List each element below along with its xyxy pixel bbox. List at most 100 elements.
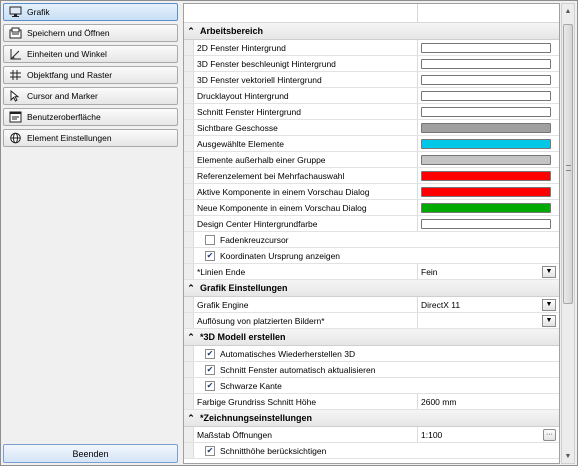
scroll-down-icon[interactable]: ▼ <box>562 449 574 463</box>
color-label: Aktive Komponente in einem Vorschau Dial… <box>194 184 418 199</box>
schnitthoehe-checkbox[interactable]: ✔ <box>205 445 215 456</box>
color-swatch[interactable] <box>421 42 551 53</box>
ellipsis-button[interactable]: ··· <box>543 428 556 441</box>
auto-3d-row[interactable]: ✔ Automatisches Wiederherstellen 3D <box>194 346 559 361</box>
angle-icon <box>8 48 22 60</box>
checkbox-label: Fadenkreuzcursor <box>220 234 289 245</box>
section-title: Grafik Einstellungen <box>200 283 288 293</box>
collapse-icon[interactable]: ⌃ <box>184 26 198 37</box>
collapse-icon[interactable]: ⌃ <box>184 283 198 294</box>
checkbox-label: Schwarze Kante <box>220 380 282 391</box>
section-3d-modell[interactable]: ⌃ *3D Modell erstellen <box>184 329 559 346</box>
checkbox-label: Automatisches Wiederherstellen 3D <box>220 348 356 359</box>
grid-header <box>184 4 559 23</box>
color-swatch[interactable] <box>421 106 551 117</box>
collapse-icon[interactable]: ⌃ <box>184 332 198 343</box>
koordinaten-row[interactable]: ✔ Koordinaten Ursprung anzeigen <box>194 248 559 263</box>
color-swatch[interactable] <box>421 186 551 197</box>
engine-label: Grafik Engine <box>194 297 418 312</box>
color-label: Elemente außerhalb einer Gruppe <box>194 152 418 167</box>
grundriss-input[interactable]: 2600 mm <box>418 394 559 409</box>
schwarze-kante-checkbox[interactable]: ✔ <box>205 380 215 391</box>
collapse-icon[interactable]: ⌃ <box>184 413 198 424</box>
section-title: *3D Modell erstellen <box>200 332 286 342</box>
schnitt-aktualisieren-checkbox[interactable]: ✔ <box>205 364 215 375</box>
scroll-up-icon[interactable]: ▲ <box>562 4 574 18</box>
color-label: Sichtbare Geschosse <box>194 120 418 135</box>
massstab-label: Maßstab Öffnungen <box>194 427 418 442</box>
dropdown-arrow-icon[interactable]: ▼ <box>542 298 556 311</box>
color-swatch[interactable] <box>421 122 551 133</box>
color-label: Drucklayout Hintergrund <box>194 88 418 103</box>
property-grid: ⌃ Arbeitsbereich 2D Fenster Hintergrund … <box>183 3 560 464</box>
folder-icon <box>8 27 22 39</box>
koordinaten-checkbox[interactable]: ✔ <box>205 250 215 261</box>
sidebar-item-element-einstellungen[interactable]: Element Einstellungen <box>3 129 178 147</box>
color-swatch[interactable] <box>421 138 551 149</box>
section-title: *Zeichnungseinstellungen <box>200 413 313 423</box>
color-label: Neue Komponente in einem Vorschau Dialog <box>194 200 418 215</box>
checkbox-label: Schnitthöhe berücksichtigen <box>220 445 327 456</box>
checkbox-label: Koordinaten Ursprung anzeigen <box>220 250 341 261</box>
color-swatch[interactable] <box>421 202 551 213</box>
window-icon <box>8 111 22 123</box>
section-grafik-einstellungen[interactable]: ⌃ Grafik Einstellungen <box>184 280 559 297</box>
color-swatch[interactable] <box>421 74 551 85</box>
grid-icon <box>8 69 22 81</box>
sidebar-item-label: Speichern und Öffnen <box>27 28 110 38</box>
sidebar-item-label: Benutzeroberfläche <box>27 112 101 122</box>
checkbox-label: Schnitt Fenster automatisch aktualisiere… <box>220 364 376 375</box>
color-swatch[interactable] <box>421 90 551 101</box>
sidebar-item-objektfang[interactable]: Objektfang und Raster <box>3 66 178 84</box>
sidebar-item-benutzeroberflaeche[interactable]: Benutzeroberfläche <box>3 108 178 126</box>
sidebar-item-label: Cursor and Marker <box>27 91 98 101</box>
field-value: 1:100 <box>421 429 443 440</box>
vertical-scrollbar[interactable]: ▲ ▼ <box>561 3 575 464</box>
schwarze-kante-row[interactable]: ✔ Schwarze Kante <box>194 378 559 393</box>
sidebar-item-cursor[interactable]: Cursor and Marker <box>3 87 178 105</box>
color-label: 3D Fenster beschleunigt Hintergrund <box>194 56 418 71</box>
fadenkreuz-checkbox[interactable] <box>205 234 215 245</box>
schnitt-aktualisieren-row[interactable]: ✔ Schnitt Fenster automatisch aktualisie… <box>194 362 559 377</box>
monitor-icon <box>8 6 22 18</box>
grundriss-label: Farbige Grundriss Schnitt Höhe <box>194 394 418 409</box>
sidebar-item-label: Element Einstellungen <box>27 133 112 143</box>
aufloesung-label: Auflösung von platzierten Bildern* <box>194 313 418 328</box>
linien-ende-label: *Linien Ende <box>194 264 418 279</box>
dropdown-arrow-icon[interactable]: ▼ <box>542 265 556 278</box>
dropdown-arrow-icon[interactable]: ▼ <box>542 314 556 327</box>
color-label: Ausgewählte Elemente <box>194 136 418 151</box>
scrollbar-thumb[interactable] <box>563 24 573 304</box>
auto-3d-checkbox[interactable]: ✔ <box>205 348 215 359</box>
fadenkreuz-row[interactable]: Fadenkreuzcursor <box>194 232 559 247</box>
select-value: Fein <box>421 266 438 277</box>
color-swatch[interactable] <box>421 154 551 165</box>
color-swatch[interactable] <box>421 58 551 69</box>
cursor-icon <box>8 90 22 102</box>
sidebar-item-label: Objektfang und Raster <box>27 70 113 80</box>
sidebar: Grafik Speichern und Öffnen Einheiten un… <box>3 3 178 150</box>
color-swatch[interactable] <box>421 218 551 229</box>
sidebar-item-speichern[interactable]: Speichern und Öffnen <box>3 24 178 42</box>
color-label: Schnitt Fenster Hintergrund <box>194 104 418 119</box>
engine-select[interactable]: DirectX 11 ▼ <box>418 297 559 312</box>
section-zeichnungseinstellungen[interactable]: ⌃ *Zeichnungseinstellungen <box>184 410 559 427</box>
color-label: 3D Fenster vektoriell Hintergrund <box>194 72 418 87</box>
color-label: Referenzelement bei Mehrfachauswahl <box>194 168 418 183</box>
massstab-field[interactable]: 1:100 ··· <box>418 427 559 442</box>
section-arbeitsbereich[interactable]: ⌃ Arbeitsbereich <box>184 23 559 40</box>
select-value: DirectX 11 <box>421 299 461 310</box>
sidebar-item-label: Einheiten und Winkel <box>27 49 107 59</box>
section-title: Arbeitsbereich <box>200 26 264 36</box>
color-swatch[interactable] <box>421 170 551 181</box>
linien-ende-select[interactable]: Fein ▼ <box>418 264 559 279</box>
sidebar-item-label: Grafik <box>27 7 50 17</box>
color-label: 2D Fenster Hintergrund <box>194 40 418 55</box>
sidebar-item-grafik[interactable]: Grafik <box>3 3 178 21</box>
globe-icon <box>8 132 22 144</box>
sidebar-item-einheiten[interactable]: Einheiten und Winkel <box>3 45 178 63</box>
schnitthoehe-row[interactable]: ✔ Schnitthöhe berücksichtigen <box>194 443 559 458</box>
beenden-button[interactable]: Beenden <box>3 444 178 463</box>
aufloesung-select[interactable]: ▼ <box>418 313 559 328</box>
color-label: Design Center Hintergrundfarbe <box>194 216 418 231</box>
